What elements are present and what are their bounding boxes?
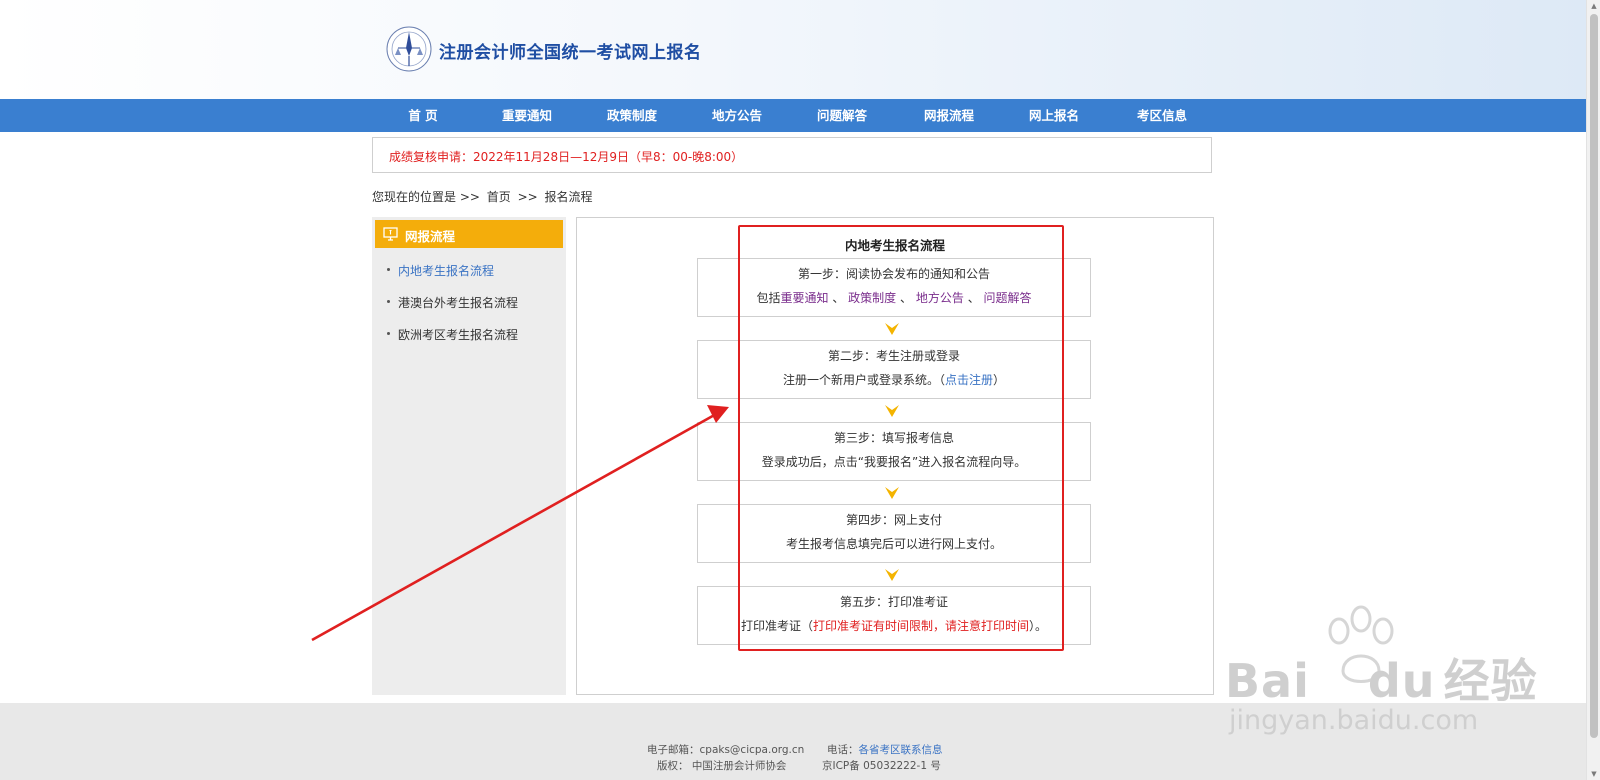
- nav-exam-area-info[interactable]: 考区信息: [1117, 99, 1207, 132]
- main-nav: 首 页 重要通知 政策制度 地方公告 问题解答 网报流程 网上报名 考区信息: [0, 99, 1586, 132]
- breadcrumb-current: 报名流程: [544, 190, 593, 204]
- breadcrumb-prefix: 您现在的位置是 >>: [372, 190, 480, 204]
- sidebar-title: 网报流程: [405, 229, 456, 244]
- sidebar-item-europe[interactable]: 欧洲考区考生报名流程: [387, 326, 519, 343]
- nav-policies[interactable]: 政策制度: [587, 99, 677, 132]
- breadcrumb-home[interactable]: 首页: [487, 190, 511, 204]
- footer-phone: 电话：各省考区联系信息: [827, 742, 943, 757]
- footer-phone-link[interactable]: 各省考区联系信息: [859, 744, 943, 756]
- nav-online-registration[interactable]: 网上报名: [1009, 99, 1099, 132]
- cicpa-seal-logo[interactable]: [386, 26, 432, 72]
- bullet-icon: [387, 268, 390, 271]
- bullet-icon: [387, 332, 390, 335]
- footer-icp[interactable]: 京ICP备 05032222-1 号: [822, 758, 941, 773]
- notice-text[interactable]: 成绩复核申请：2022年11月28日—12月9日（早8：00-晚8:00）: [389, 148, 743, 165]
- scroll-down-arrow-icon[interactable]: ▼: [1587, 768, 1600, 780]
- footer-email: 电子邮箱：cpaks@cicpa.org.cn: [647, 744, 805, 756]
- watermark-url: jingyan.baidu.com: [1229, 705, 1479, 736]
- sidebar-item-label: 港澳台外考生报名流程: [398, 296, 519, 310]
- nav-faq[interactable]: 问题解答: [797, 99, 887, 132]
- annotation-highlight-box: [738, 225, 1064, 651]
- nav-registration-process[interactable]: 网报流程: [904, 99, 994, 132]
- vertical-scrollbar[interactable]: ▲ ▼: [1586, 0, 1600, 780]
- bullet-icon: [387, 300, 390, 303]
- monitor-icon: [383, 227, 398, 241]
- nav-home[interactable]: 首 页: [378, 99, 468, 132]
- watermark-brand: Bai du 经验: [1225, 654, 1538, 708]
- nav-important-notices[interactable]: 重要通知: [482, 99, 572, 132]
- sidebar-item-label: 欧洲考区考生报名流程: [398, 328, 519, 342]
- site-header: 注册会计师全国统一考试网上报名: [0, 0, 1586, 99]
- footer-copyright: 版权： 中国注册会计师协会: [657, 760, 787, 772]
- sidebar-item-label: 内地考生报名流程: [398, 264, 495, 278]
- sidebar-item-hk-macao-taiwan-foreign[interactable]: 港澳台外考生报名流程: [387, 294, 519, 311]
- notice-bar: 成绩复核申请：2022年11月28日—12月9日（早8：00-晚8:00）: [372, 137, 1212, 173]
- sidebar: 网报流程 内地考生报名流程 港澳台外考生报名流程 欧洲考区考生报名流程: [372, 217, 566, 695]
- scroll-up-arrow-icon[interactable]: ▲: [1587, 0, 1600, 12]
- breadcrumb-separator: >>: [517, 190, 538, 204]
- sidebar-item-mainland[interactable]: 内地考生报名流程: [387, 262, 495, 279]
- site-title: 注册会计师全国统一考试网上报名: [439, 43, 702, 63]
- footer-phone-label: 电话：: [827, 744, 859, 756]
- scroll-thumb[interactable]: [1590, 14, 1598, 738]
- sidebar-header: 网报流程: [375, 220, 563, 248]
- nav-local-announcements[interactable]: 地方公告: [692, 99, 782, 132]
- breadcrumb: 您现在的位置是 >> 首页 >> 报名流程: [372, 188, 596, 205]
